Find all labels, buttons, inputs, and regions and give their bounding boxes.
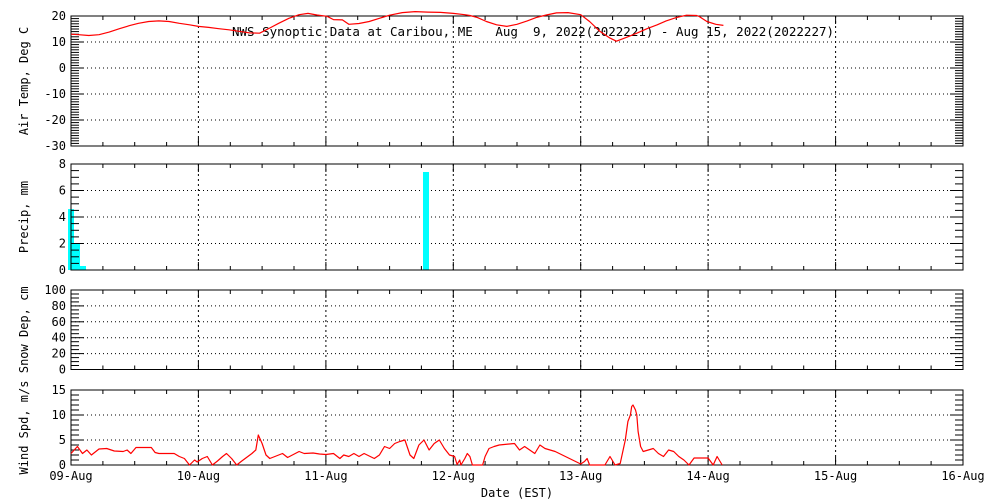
x-tick-labels: 09-Aug 10-Aug 11-Aug 12-Aug 13-Aug 14-Aug 15-A… xyxy=(49,469,984,483)
y-axis-title-snow-depth: Snow Dep, cm xyxy=(17,286,31,373)
panel-precip: 0 2 4 6 8 Precip, mm xyxy=(17,157,964,277)
plot-window: -30 -20 -10 0 10 20 Air Temp, Deg C 0 2 4 6 8 Precip… xyxy=(0,0,1000,500)
y-tick-label: 0 xyxy=(59,61,66,75)
x-tick-label: 14-Aug xyxy=(686,469,729,483)
y-tick-labels: 0 2 4 6 8 xyxy=(59,157,66,277)
y-tick-label: 8 xyxy=(59,157,66,171)
y-tick-labels: 0 20 40 60 80 100 xyxy=(44,283,66,377)
y-tick-label: 4 xyxy=(59,210,66,224)
y-tick-label: 10 xyxy=(52,35,66,49)
y-tick-label: 60 xyxy=(52,315,66,329)
synoptic-chart-svg: -30 -20 -10 0 10 20 Air Temp, Deg C 0 2 4 6 8 Precip… xyxy=(17,9,985,500)
grid-horizontal xyxy=(71,41,963,121)
axes-box xyxy=(70,289,964,370)
y-ticks xyxy=(71,163,963,271)
grid-vertical xyxy=(197,290,837,370)
panel-snow-depth: 0 20 40 60 80 100 Snow Dep, cm xyxy=(17,283,964,377)
x-tick-label: 12-Aug xyxy=(432,469,475,483)
y-tick-label: 40 xyxy=(52,331,66,345)
axes-box xyxy=(70,163,964,271)
y-axis-title-precip: Precip, mm xyxy=(17,181,31,253)
x-tick-label: 11-Aug xyxy=(304,469,347,483)
y-tick-label: -30 xyxy=(44,139,66,153)
y-tick-label: 6 xyxy=(59,184,66,198)
x-ticks xyxy=(70,390,964,465)
y-tick-label: 2 xyxy=(59,237,66,251)
y-tick-label: 10 xyxy=(52,408,66,422)
x-tick-label: 15-Aug xyxy=(814,469,857,483)
grid-vertical xyxy=(197,164,837,270)
x-tick-label: 09-Aug xyxy=(49,469,92,483)
y-tick-label: -20 xyxy=(44,113,66,127)
y-tick-label: 5 xyxy=(59,433,66,447)
x-tick-label: 10-Aug xyxy=(177,469,220,483)
precip-bars xyxy=(68,172,429,271)
grid-horizontal xyxy=(71,190,963,244)
x-ticks xyxy=(70,290,964,370)
chart-title: NWS Synoptic Data at Caribou, ME Aug 9, … xyxy=(232,24,834,39)
precip-bar xyxy=(80,266,86,270)
x-tick-label: 13-Aug xyxy=(559,469,602,483)
y-ticks xyxy=(71,289,963,370)
wind-speed-series-line xyxy=(70,404,723,466)
panel-wind-speed: 051015Wind Spd, m/s xyxy=(17,381,964,475)
y-tick-label: 20 xyxy=(52,9,66,23)
y-tick-labels: -30 -20 -10 0 10 20 xyxy=(44,9,66,153)
y-tick-labels: 051015 xyxy=(52,383,66,472)
precip-bar xyxy=(423,172,429,271)
x-ticks xyxy=(70,164,964,270)
x-tick-label: 16-Aug xyxy=(941,469,984,483)
grid-horizontal xyxy=(71,305,963,355)
y-axis-title-wind-speed: Wind Spd, m/s xyxy=(17,381,31,475)
y-tick-label: -10 xyxy=(44,87,66,101)
grid-horizontal xyxy=(71,414,963,441)
y-tick-label: 100 xyxy=(44,283,66,297)
y-tick-label: 15 xyxy=(52,383,66,397)
x-axis-title: Date (EST) xyxy=(481,486,553,500)
y-tick-label: 0 xyxy=(59,263,66,277)
y-tick-label: 80 xyxy=(52,299,66,313)
axes-box xyxy=(70,389,964,466)
y-ticks xyxy=(71,389,963,466)
y-axis-title-air-temp: Air Temp, Deg C xyxy=(17,27,31,135)
y-tick-label: 0 xyxy=(59,363,66,377)
y-tick-label: 20 xyxy=(52,347,66,361)
